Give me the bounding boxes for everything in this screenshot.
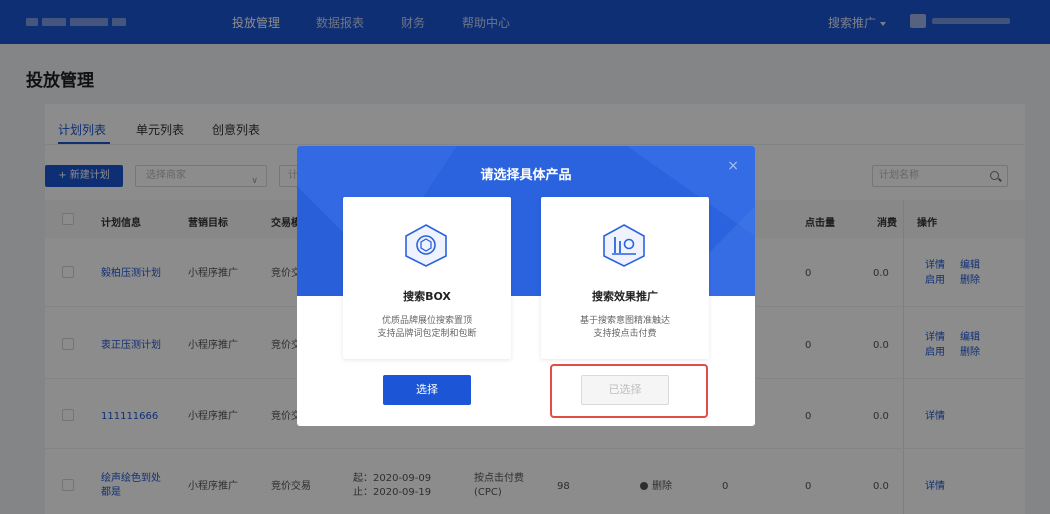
product-name: 搜索BOX [403, 290, 451, 303]
bar-chart-search-icon [603, 224, 645, 267]
product-desc: 优质品牌展位搜索置顶 [381, 316, 472, 326]
product-desc: 基于搜索意图精准触达 [579, 316, 670, 326]
product-name: 搜索效果推广 [592, 290, 658, 303]
product-card-search-ads[interactable]: 搜索效果推广 基于搜索意图精准触达 支持按点击付费 [541, 197, 709, 359]
select-search-box-button[interactable]: 选择 [383, 375, 471, 405]
close-icon[interactable]: × [727, 158, 739, 174]
product-desc-2: 支持品牌词包定制和包断 [377, 329, 477, 339]
highlight-box [550, 364, 708, 418]
product-card-search-box[interactable]: 搜索BOX 优质品牌展位搜索置顶 支持品牌词包定制和包断 [343, 197, 511, 359]
modal-title: 请选择具体产品 [480, 168, 572, 183]
cube-icon [405, 224, 447, 267]
product-desc-2: 支持按点击付费 [593, 329, 657, 339]
